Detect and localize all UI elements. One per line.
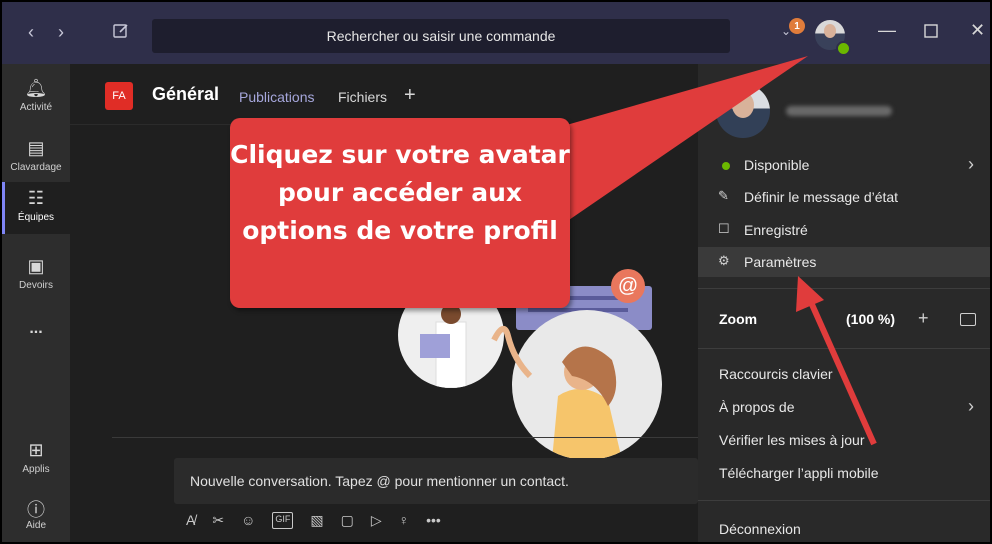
callout-pointer	[556, 56, 808, 222]
callout-text: Cliquez sur votre avatar pour accéder au…	[230, 140, 570, 245]
settings-arrow-shaft	[807, 298, 877, 446]
